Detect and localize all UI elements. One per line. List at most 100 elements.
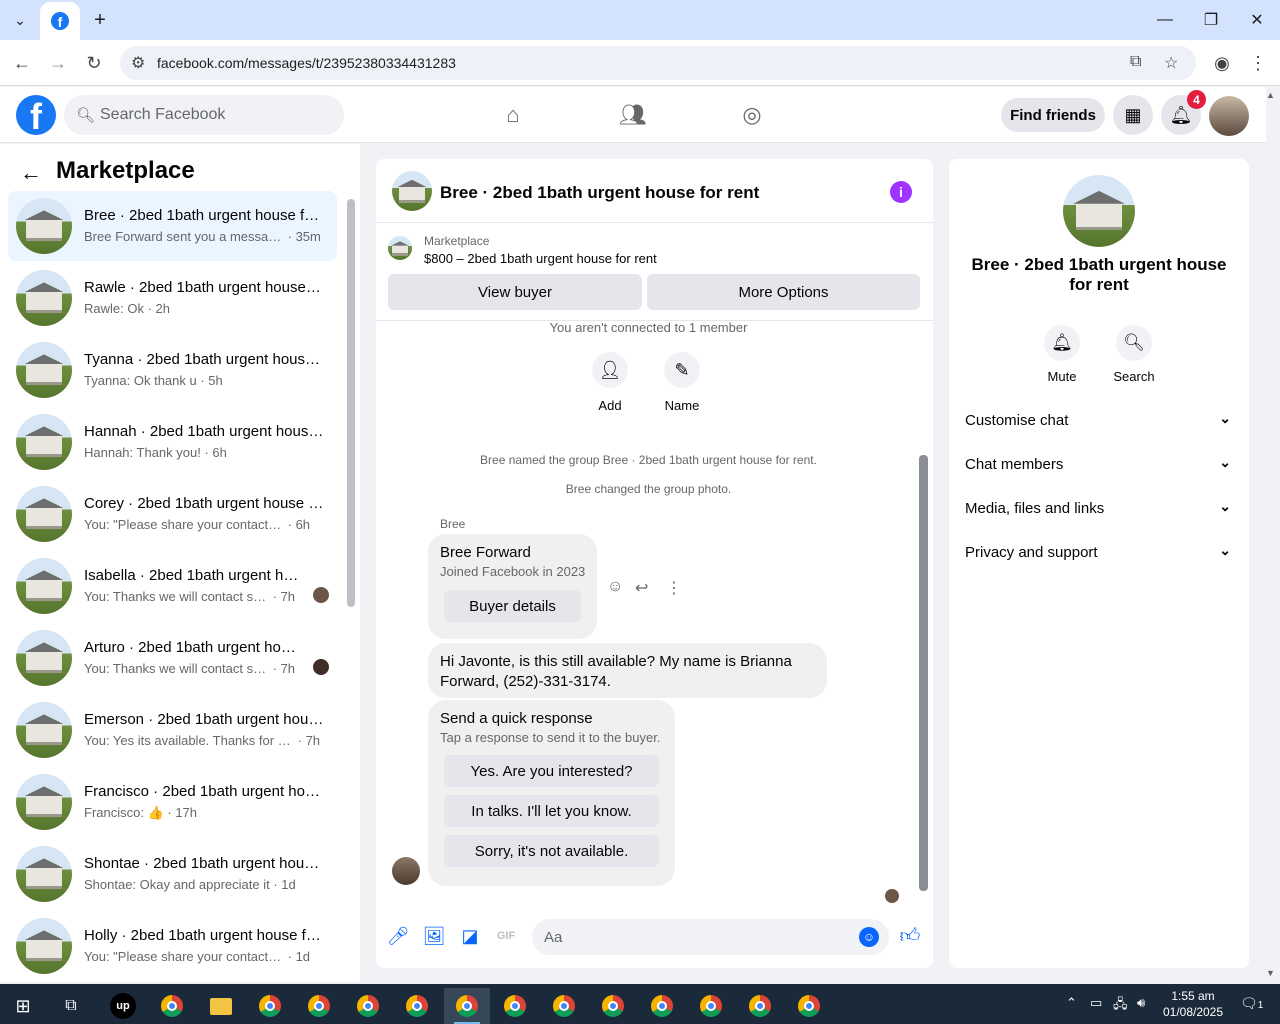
account-avatar[interactable] (1209, 96, 1249, 136)
info-icon[interactable]: i (890, 181, 912, 203)
browser-toolbar: ← → ↻ ⚙ facebook.com/messages/t/23952380… (0, 40, 1280, 86)
restore-icon[interactable]: ❐ (1188, 0, 1234, 40)
more-options-button[interactable]: More Options (647, 274, 920, 310)
chrome-icon[interactable] (739, 988, 781, 1024)
system-clock[interactable]: 1:55 am 01/08/2025 (1160, 988, 1226, 1020)
add-action[interactable]: 👤︎ Add (575, 352, 645, 413)
chrome-icon-active[interactable] (444, 988, 490, 1024)
chrome-icon[interactable] (690, 988, 732, 1024)
tab-facebook[interactable]: f (40, 2, 80, 40)
conversation-item[interactable]: Arturo · 2bed 1bath urgent house for ren… (8, 623, 337, 693)
chrome-icon[interactable] (543, 988, 585, 1024)
address-bar[interactable]: ⚙ facebook.com/messages/t/23952380334431… (120, 46, 1196, 80)
gif-icon[interactable]: GIF (495, 925, 517, 947)
search-action[interactable]: 🔍︎ Search (1104, 325, 1164, 384)
search-icon[interactable]: 🔍︎ (1116, 325, 1152, 361)
mute-action[interactable]: 🔔︎ Mute (1032, 325, 1092, 384)
reply-icon[interactable]: ↩ (635, 578, 648, 598)
tab-search-chevron-icon[interactable]: ⌄ (6, 6, 34, 34)
more-actions-icon[interactable]: ⋮ (666, 578, 682, 598)
upwork-icon[interactable]: up (102, 988, 144, 1024)
chrome-icon[interactable] (641, 988, 683, 1024)
conversation-item[interactable]: Isabella · 2bed 1bath urgent house for r… (8, 551, 337, 621)
home-icon[interactable]: ⌂ (499, 101, 527, 129)
page-scroll-down-icon[interactable]: ▼ (1266, 968, 1275, 978)
chat-members-row[interactable]: Chat members ⌄ (965, 444, 1237, 484)
new-tab-button[interactable]: + (86, 6, 114, 34)
file-explorer-icon[interactable] (200, 988, 242, 1024)
sidebar-scrollbar[interactable] (347, 199, 355, 607)
close-window-icon[interactable]: ✕ (1234, 0, 1280, 40)
message-input[interactable]: Aa ☺ (532, 919, 889, 955)
bell-icon[interactable]: 🔔︎ (1044, 325, 1080, 361)
name-action[interactable]: ✎ Name (647, 352, 717, 413)
meet-now-icon[interactable]: ▭ (1090, 995, 1102, 1011)
back-arrow-icon[interactable]: ← (20, 160, 42, 186)
conversation-item[interactable]: Holly · 2bed 1bath urgent house for rent… (8, 911, 337, 981)
privacy-support-row[interactable]: Privacy and support ⌄ (965, 532, 1237, 572)
quick-response-talks-button[interactable]: In talks. I'll let you know. (444, 795, 659, 827)
facebook-search-input[interactable]: 🔍︎ Search Facebook (64, 95, 344, 135)
network-icon[interactable]: 🖧︎ (1113, 995, 1128, 1017)
conversation-item[interactable]: Corey · 2bed 1bath urgent house for rent… (8, 479, 337, 549)
find-friends-button[interactable]: Find friends (1001, 98, 1105, 132)
back-icon[interactable]: ← (8, 49, 36, 77)
friends-icon[interactable]: 👥︎ (619, 101, 647, 129)
sender-avatar[interactable] (392, 857, 420, 885)
media-files-links-row[interactable]: Media, files and links ⌄ (965, 488, 1237, 528)
conversation-item[interactable]: Shontae · 2bed 1bath urgent house for re… (8, 839, 337, 909)
quick-response-yes-button[interactable]: Yes. Are you interested? (444, 755, 659, 787)
group-photo[interactable] (1063, 175, 1135, 247)
chrome-icon[interactable] (249, 988, 291, 1024)
conversation-item[interactable]: Emerson · 2bed 1bath urgent house for re… (8, 695, 337, 765)
tray-chevron-icon[interactable]: ⌃ (1066, 995, 1077, 1011)
sticker-icon[interactable]: ◪ (459, 925, 481, 947)
windows-start-icon[interactable]: ⊞ (2, 988, 44, 1024)
install-app-icon[interactable]: ⧉ (1130, 53, 1141, 71)
chat-avatar[interactable] (392, 171, 432, 211)
task-view-icon[interactable]: ⧉ (50, 988, 92, 1024)
bookmark-star-icon[interactable]: ☆ (1164, 53, 1178, 73)
chrome-icon[interactable] (592, 988, 634, 1024)
page-scroll-up-icon[interactable]: ▲ (1266, 90, 1275, 100)
seen-avatar (313, 659, 329, 675)
chrome-icon[interactable] (494, 988, 536, 1024)
browser-menu-icon[interactable]: ⋮ (1244, 49, 1272, 77)
chrome-icon[interactable] (347, 988, 389, 1024)
url-text[interactable]: facebook.com/messages/t/2395238033443128… (157, 55, 456, 71)
buyer-details-button[interactable]: Buyer details (444, 590, 581, 622)
chrome-icon[interactable] (788, 988, 830, 1024)
conversation-item[interactable]: Rawle · 2bed 1bath urgent house for rent… (8, 263, 337, 333)
chat-scrollbar[interactable] (919, 455, 928, 891)
conversation-item[interactable]: Bree · 2bed 1bath urgent house for rent … (8, 191, 337, 261)
chat-title[interactable]: Bree · 2bed 1bath urgent house for rent (440, 183, 759, 203)
facebook-logo-icon[interactable]: f (16, 95, 56, 135)
reload-icon[interactable]: ↻ (80, 49, 108, 77)
listing-title[interactable]: $800 – 2bed 1bath urgent house for rent (424, 251, 657, 266)
conversation-item[interactable]: Hannah · 2bed 1bath urgent house for ren… (8, 407, 337, 477)
microphone-icon[interactable]: 🎤︎ (387, 925, 410, 947)
profile-icon[interactable]: ◉ (1208, 49, 1236, 77)
chrome-icon[interactable] (298, 988, 340, 1024)
react-icon[interactable]: ☺ (607, 578, 623, 596)
minimize-icon[interactable]: — (1142, 0, 1188, 40)
menu-grid-icon[interactable]: ▦ (1113, 95, 1153, 135)
add-person-icon[interactable]: 👤︎ (592, 352, 628, 388)
conversation-item[interactable]: Francisco · 2bed 1bath urgent house for … (8, 767, 337, 837)
notification-center-icon[interactable]: 🗨︎1 (1240, 995, 1263, 1012)
thumbs-up-icon[interactable]: 👍︎ (899, 925, 921, 947)
pencil-icon[interactable]: ✎ (664, 352, 700, 388)
site-info-icon[interactable]: ⚙ (131, 53, 145, 73)
chrome-icon[interactable] (151, 988, 193, 1024)
emoji-icon[interactable]: ☺ (859, 927, 879, 947)
view-buyer-button[interactable]: View buyer (388, 274, 642, 310)
conversation-name: Tyanna · 2bed 1bath urgent house for ren… (84, 351, 324, 368)
quick-response-unavailable-button[interactable]: Sorry, it's not available. (444, 835, 659, 867)
forward-icon[interactable]: → (44, 49, 72, 77)
groups-icon[interactable]: ◎ (738, 101, 766, 129)
photo-icon[interactable]: 🖼︎ (423, 925, 446, 947)
customise-chat-row[interactable]: Customise chat ⌄ (965, 400, 1237, 440)
conversation-item[interactable]: Tyanna · 2bed 1bath urgent house for ren… (8, 335, 337, 405)
volume-icon[interactable]: 🔊︎ (1137, 995, 1145, 1011)
chrome-icon[interactable] (396, 988, 438, 1024)
